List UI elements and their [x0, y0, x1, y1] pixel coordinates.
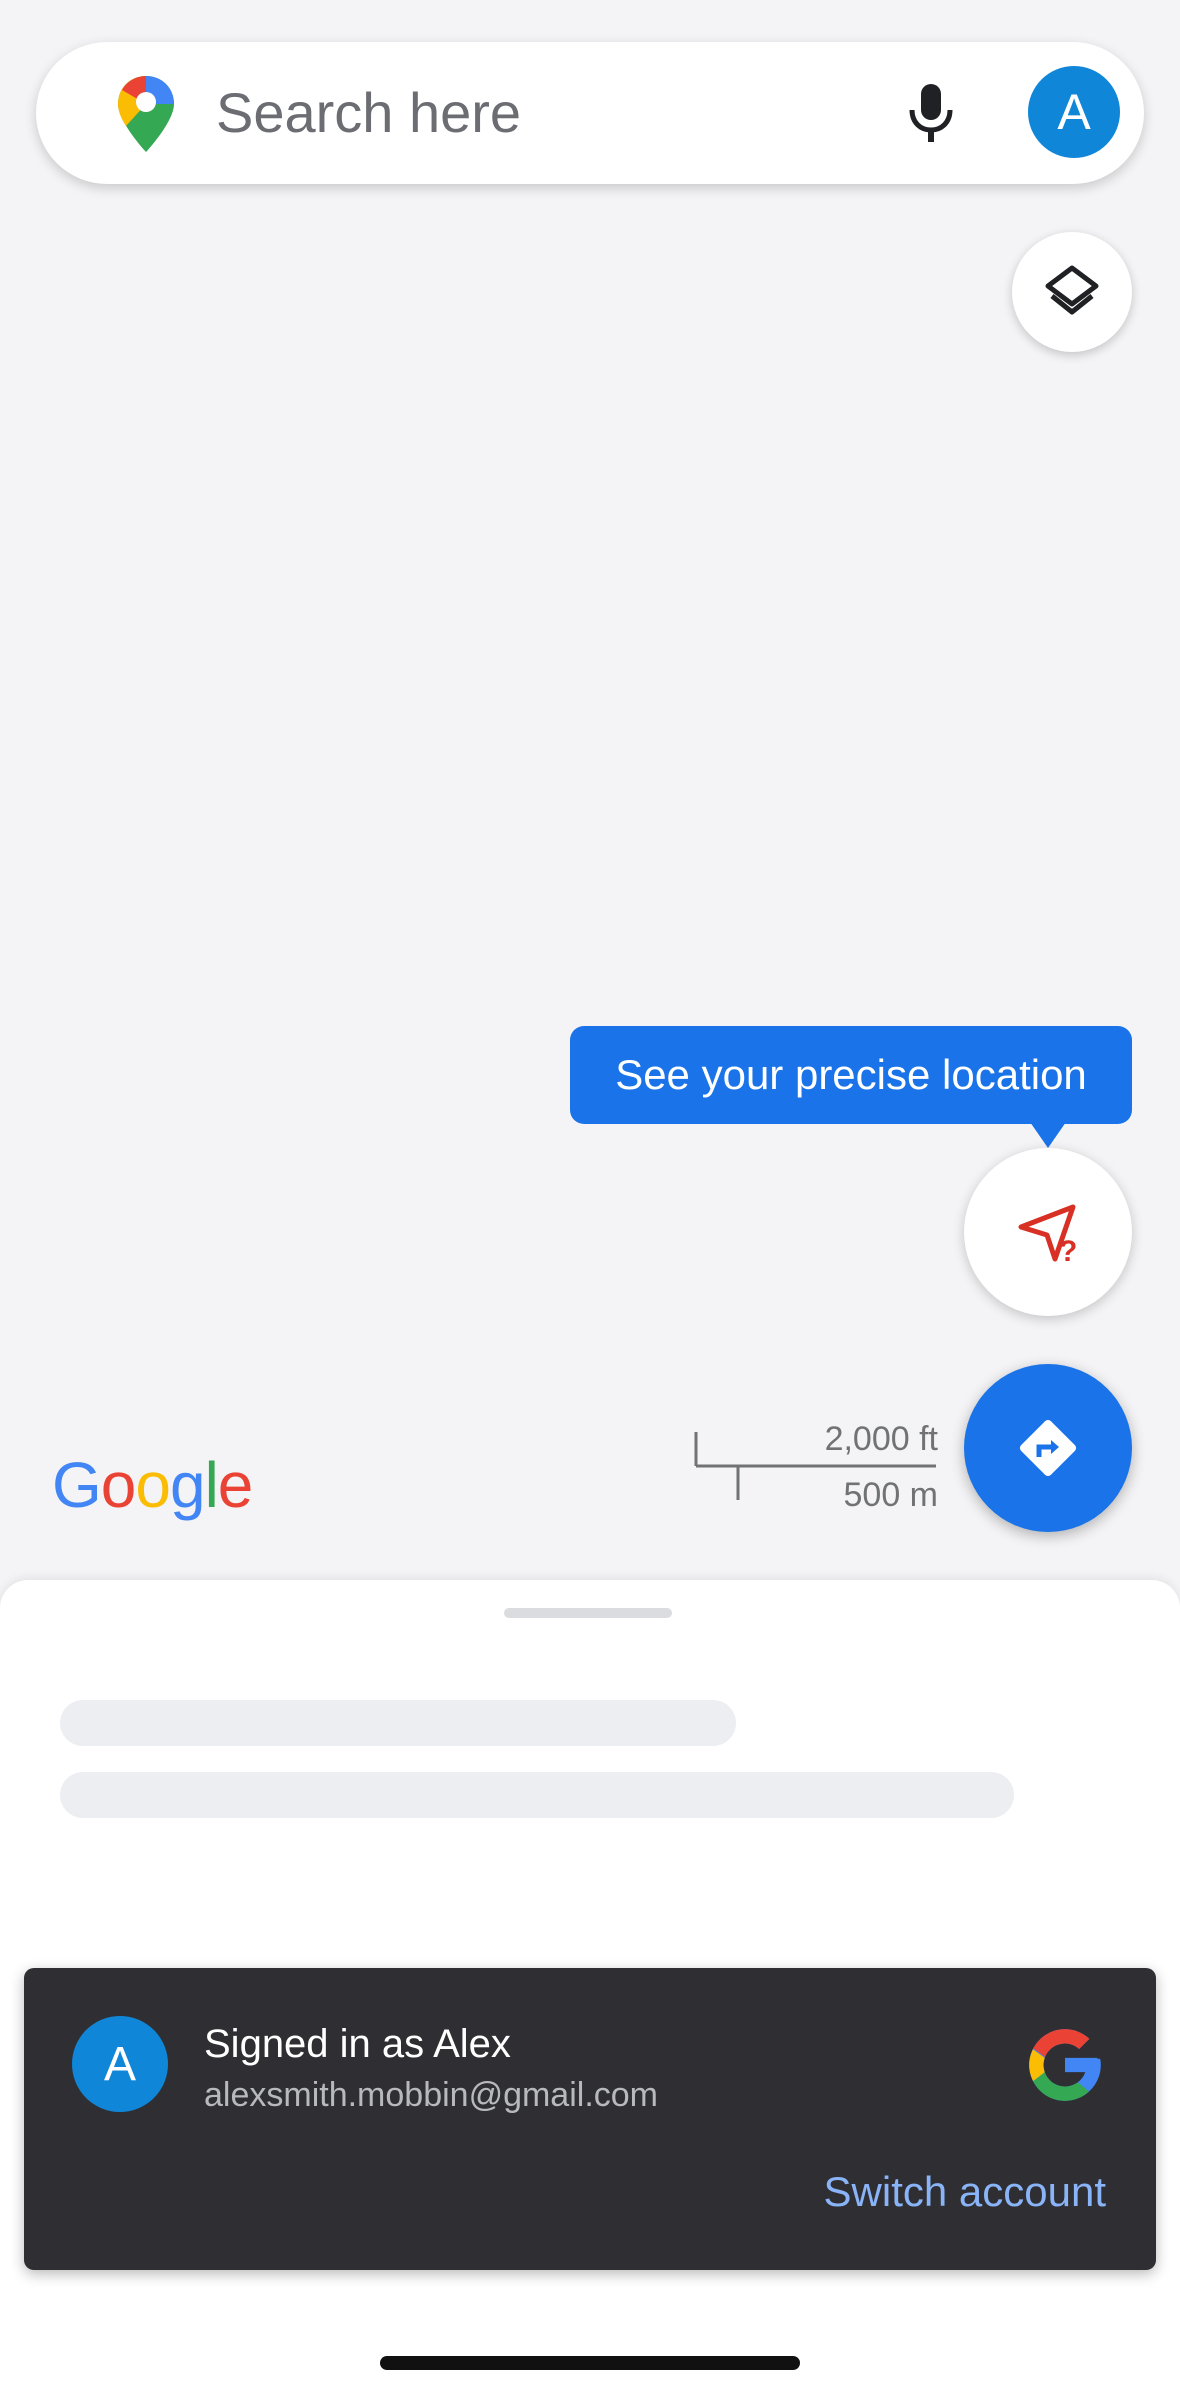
logo-letter: l — [204, 1449, 219, 1521]
maps-pin-icon — [118, 76, 174, 152]
avatar-letter: A — [103, 2037, 136, 2091]
tooltip-arrow — [1030, 1122, 1066, 1148]
logo-letter: G — [52, 1449, 102, 1521]
map-scale: 2,000 ft 500 m — [694, 1420, 938, 1514]
logo-letter: o — [100, 1449, 137, 1521]
loading-placeholder — [60, 1700, 736, 1746]
account-email: alexsmith.mobbin@gmail.com — [204, 2076, 659, 2114]
logo-letter: o — [135, 1449, 171, 1521]
snackbar-avatar: A — [72, 2016, 168, 2112]
precise-location-tooltip[interactable]: See your precise location — [570, 1026, 1132, 1124]
google-logo: Google — [52, 1448, 254, 1522]
avatar-letter: A — [1057, 84, 1091, 140]
account-avatar[interactable]: A — [1028, 66, 1120, 158]
my-location-button[interactable]: ? — [964, 1148, 1132, 1316]
maps-screen: Search here A See your precise location … — [0, 0, 1180, 2396]
switch-account-button[interactable]: Switch account — [824, 2168, 1106, 2216]
logo-letter: e — [217, 1449, 254, 1521]
loading-placeholder — [60, 1772, 1014, 1818]
location-unknown-icon: ? — [1018, 1204, 1077, 1267]
directions-icon — [1019, 1419, 1077, 1477]
directions-button[interactable] — [964, 1364, 1132, 1532]
layers-button[interactable] — [1012, 232, 1132, 352]
sheet-drag-handle[interactable] — [504, 1608, 672, 1618]
scale-feet: 2,000 ft — [824, 1420, 938, 1458]
scale-meters: 500 m — [843, 1476, 939, 1514]
mic-icon[interactable] — [898, 80, 964, 146]
signed-in-snackbar: A Signed in as Alex alexsmith.mobbin@gma… — [24, 1968, 1156, 2270]
svg-text:?: ? — [1059, 1235, 1077, 1267]
home-indicator[interactable] — [380, 2356, 800, 2370]
signed-in-title: Signed in as Alex — [204, 2022, 511, 2066]
tooltip-text: See your precise location — [615, 1051, 1087, 1098]
layers-icon — [1045, 265, 1099, 315]
search-bar[interactable]: Search here A — [36, 42, 1144, 184]
google-g-icon — [1029, 2029, 1101, 2101]
search-input[interactable]: Search here — [216, 42, 521, 184]
logo-letter: g — [169, 1449, 206, 1521]
